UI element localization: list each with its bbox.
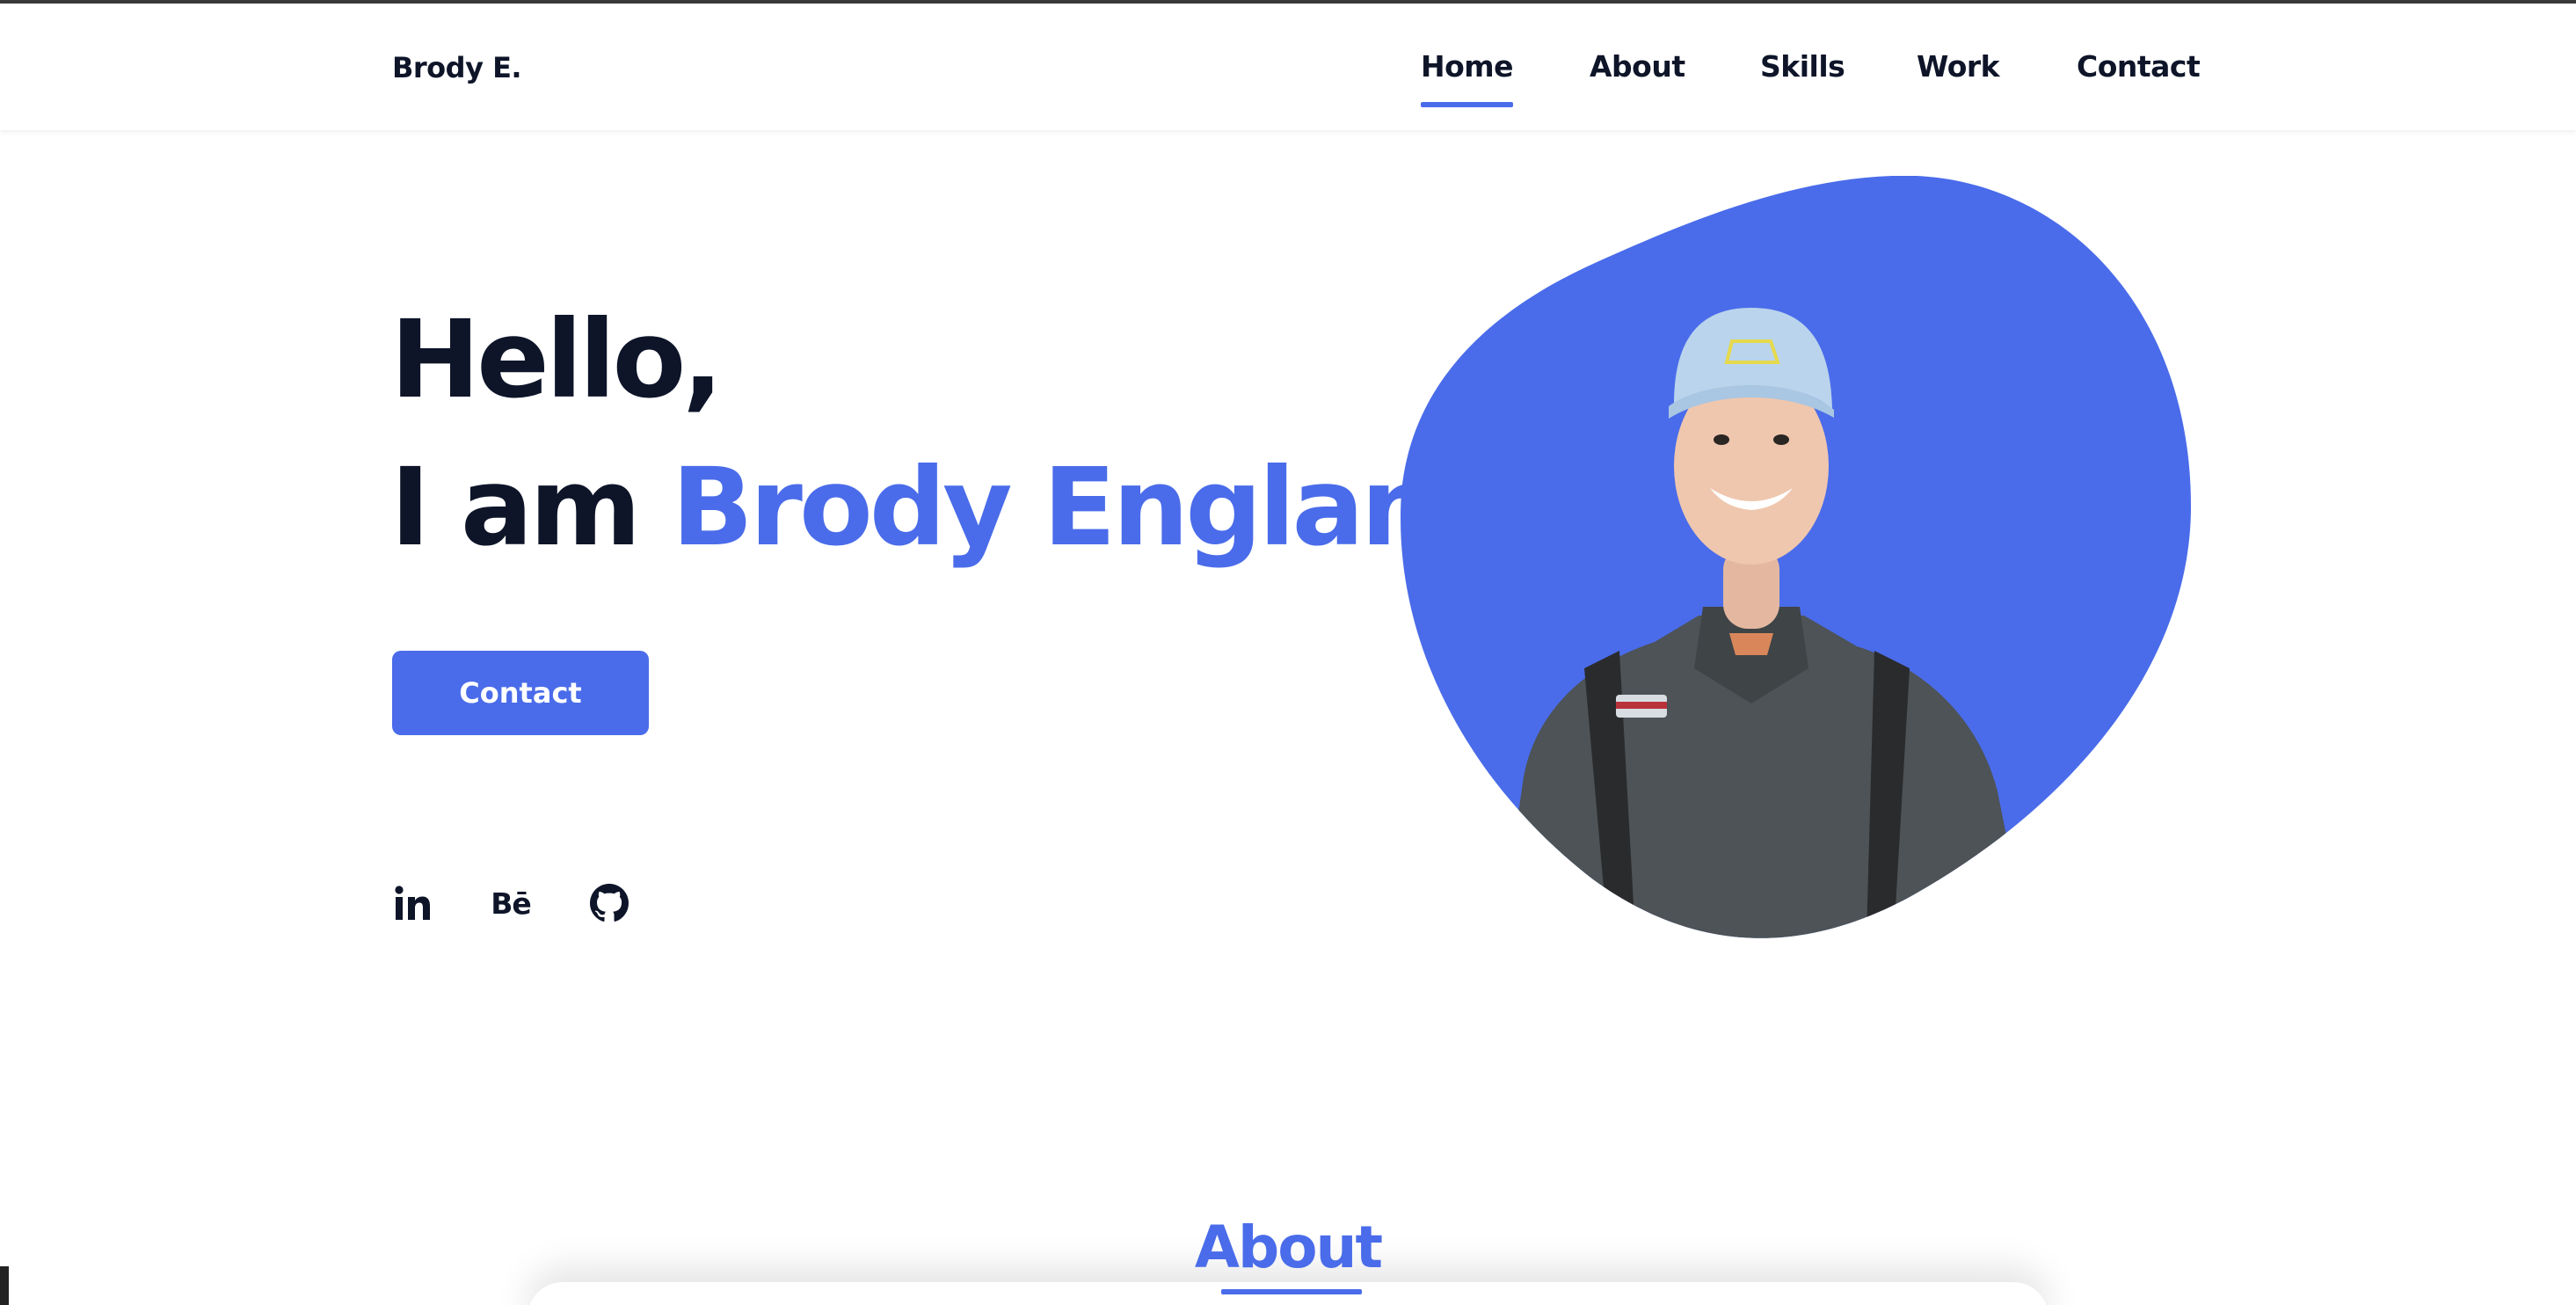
nav-contact[interactable]: Contact xyxy=(2077,49,2201,84)
main-nav: Home About Skills Work Contact xyxy=(0,49,2576,111)
hero-intro: I am Brody England xyxy=(390,454,1510,561)
nav-work[interactable]: Work xyxy=(1917,49,2000,84)
linkedin-icon xyxy=(395,886,430,920)
nav-home[interactable]: Home xyxy=(1421,49,1514,107)
contact-button[interactable]: Contact xyxy=(392,651,649,735)
nav-about[interactable]: About xyxy=(1590,49,1685,84)
about-underline xyxy=(1221,1289,1362,1294)
linkedin-link[interactable] xyxy=(389,879,436,927)
nav-skills[interactable]: Skills xyxy=(1760,49,1845,84)
hero-name: Brody England xyxy=(671,445,1510,570)
window-corner xyxy=(0,1266,9,1305)
behance-link[interactable]: Bē xyxy=(487,879,535,927)
github-link[interactable] xyxy=(586,879,633,927)
github-icon xyxy=(590,884,629,922)
site-header: Brody E. Home About Skills Work Contact xyxy=(0,4,2576,130)
hero-greeting: Hello, xyxy=(390,297,724,422)
about-heading: About xyxy=(1194,1214,1383,1281)
portfolio-page: Brody E. Home About Skills Work Contact … xyxy=(0,0,2576,1305)
profile-photo xyxy=(1401,176,2192,938)
behance-icon: Bē xyxy=(491,886,532,921)
hero-intro-prefix: I am xyxy=(390,445,641,570)
